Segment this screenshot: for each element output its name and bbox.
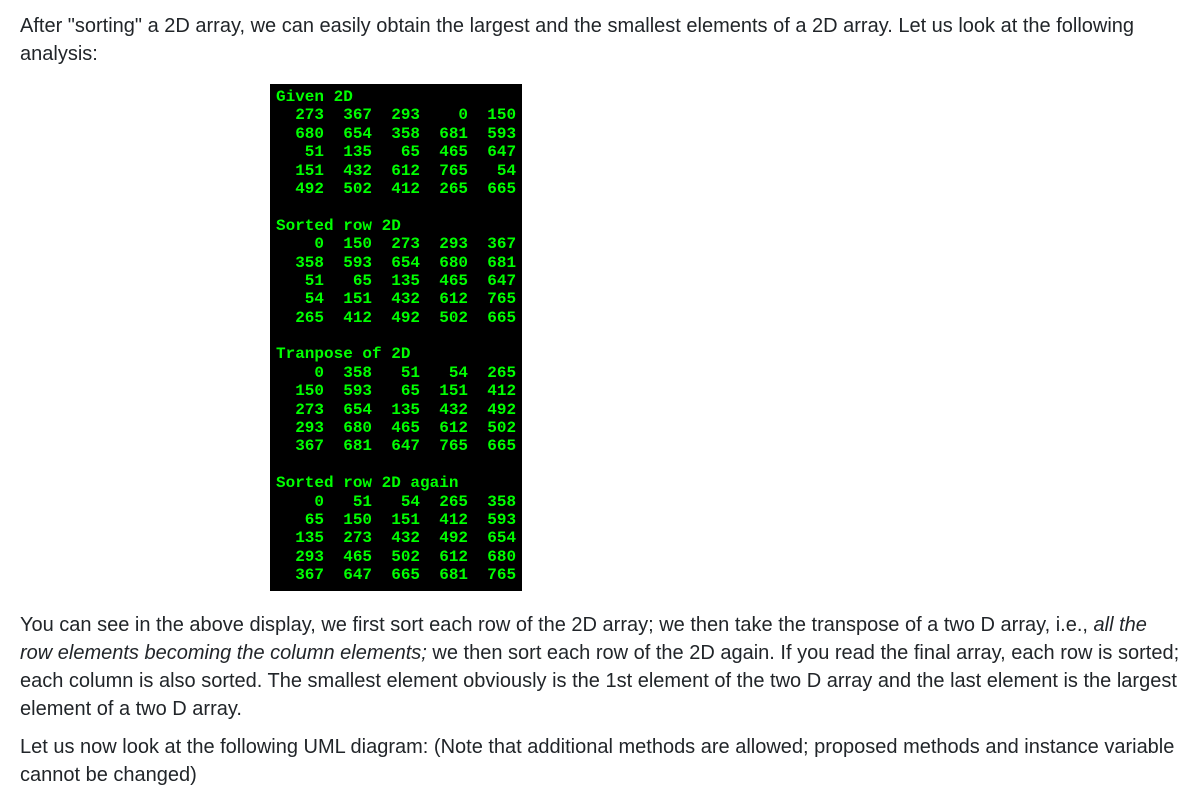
intro-paragraph: After "sorting" a 2D array, we can easil… (20, 12, 1180, 68)
explanation-paragraph: You can see in the above display, we fir… (20, 611, 1180, 723)
terminal-output: Given 2D 273 367 293 0 150 680 654 358 6… (270, 84, 522, 591)
explain-part-a: You can see in the above display, we fir… (20, 614, 1094, 636)
uml-note-paragraph: Let us now look at the following UML dia… (20, 733, 1180, 789)
